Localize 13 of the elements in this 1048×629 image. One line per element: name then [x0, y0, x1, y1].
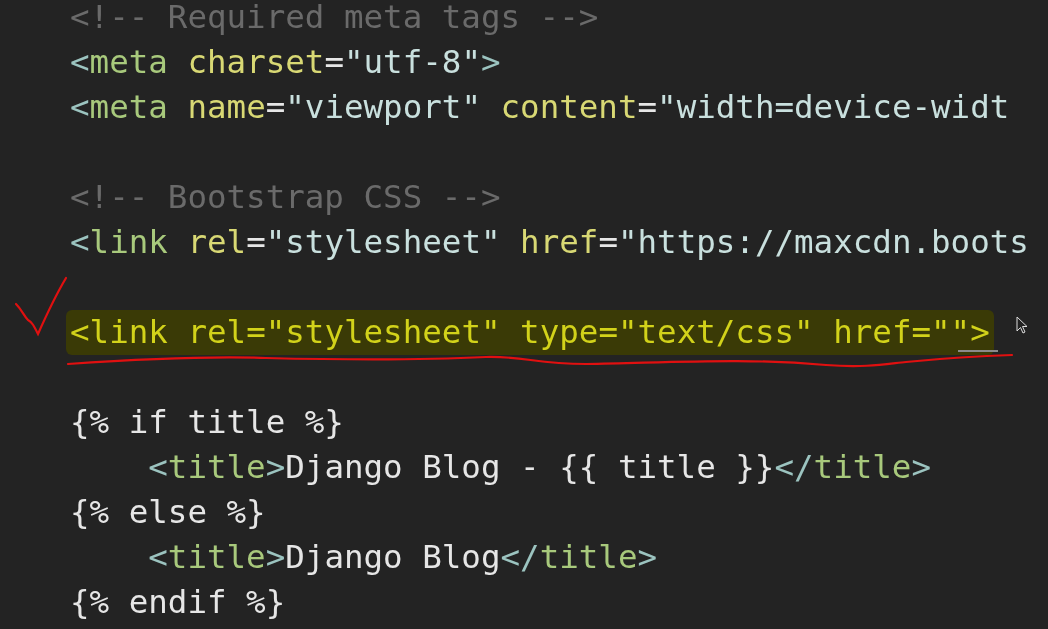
text-cursor — [958, 350, 998, 352]
code-line: <title>Django Blog</title> — [147, 537, 659, 578]
code-line: <meta charset="utf-8"> — [69, 42, 502, 83]
code-line: <meta name="viewport" content="width=device-widt — [69, 87, 1011, 128]
code-line: {% else %} — [69, 492, 267, 533]
code-line: {% if title %} — [69, 402, 345, 443]
code-line: <link rel="stylesheet" href="https://maxcdn.boots — [69, 222, 1030, 263]
code-line: <!-- Bootstrap CSS --> — [69, 177, 502, 218]
mouse-pointer-icon — [1016, 316, 1028, 334]
code-line: {% endif %} — [69, 582, 287, 623]
code-line: <!-- Required meta tags --> — [69, 0, 600, 38]
code-line: <title>Django Blog - {{ title }}</title> — [147, 447, 932, 488]
checkmark-drawing — [14, 276, 70, 338]
